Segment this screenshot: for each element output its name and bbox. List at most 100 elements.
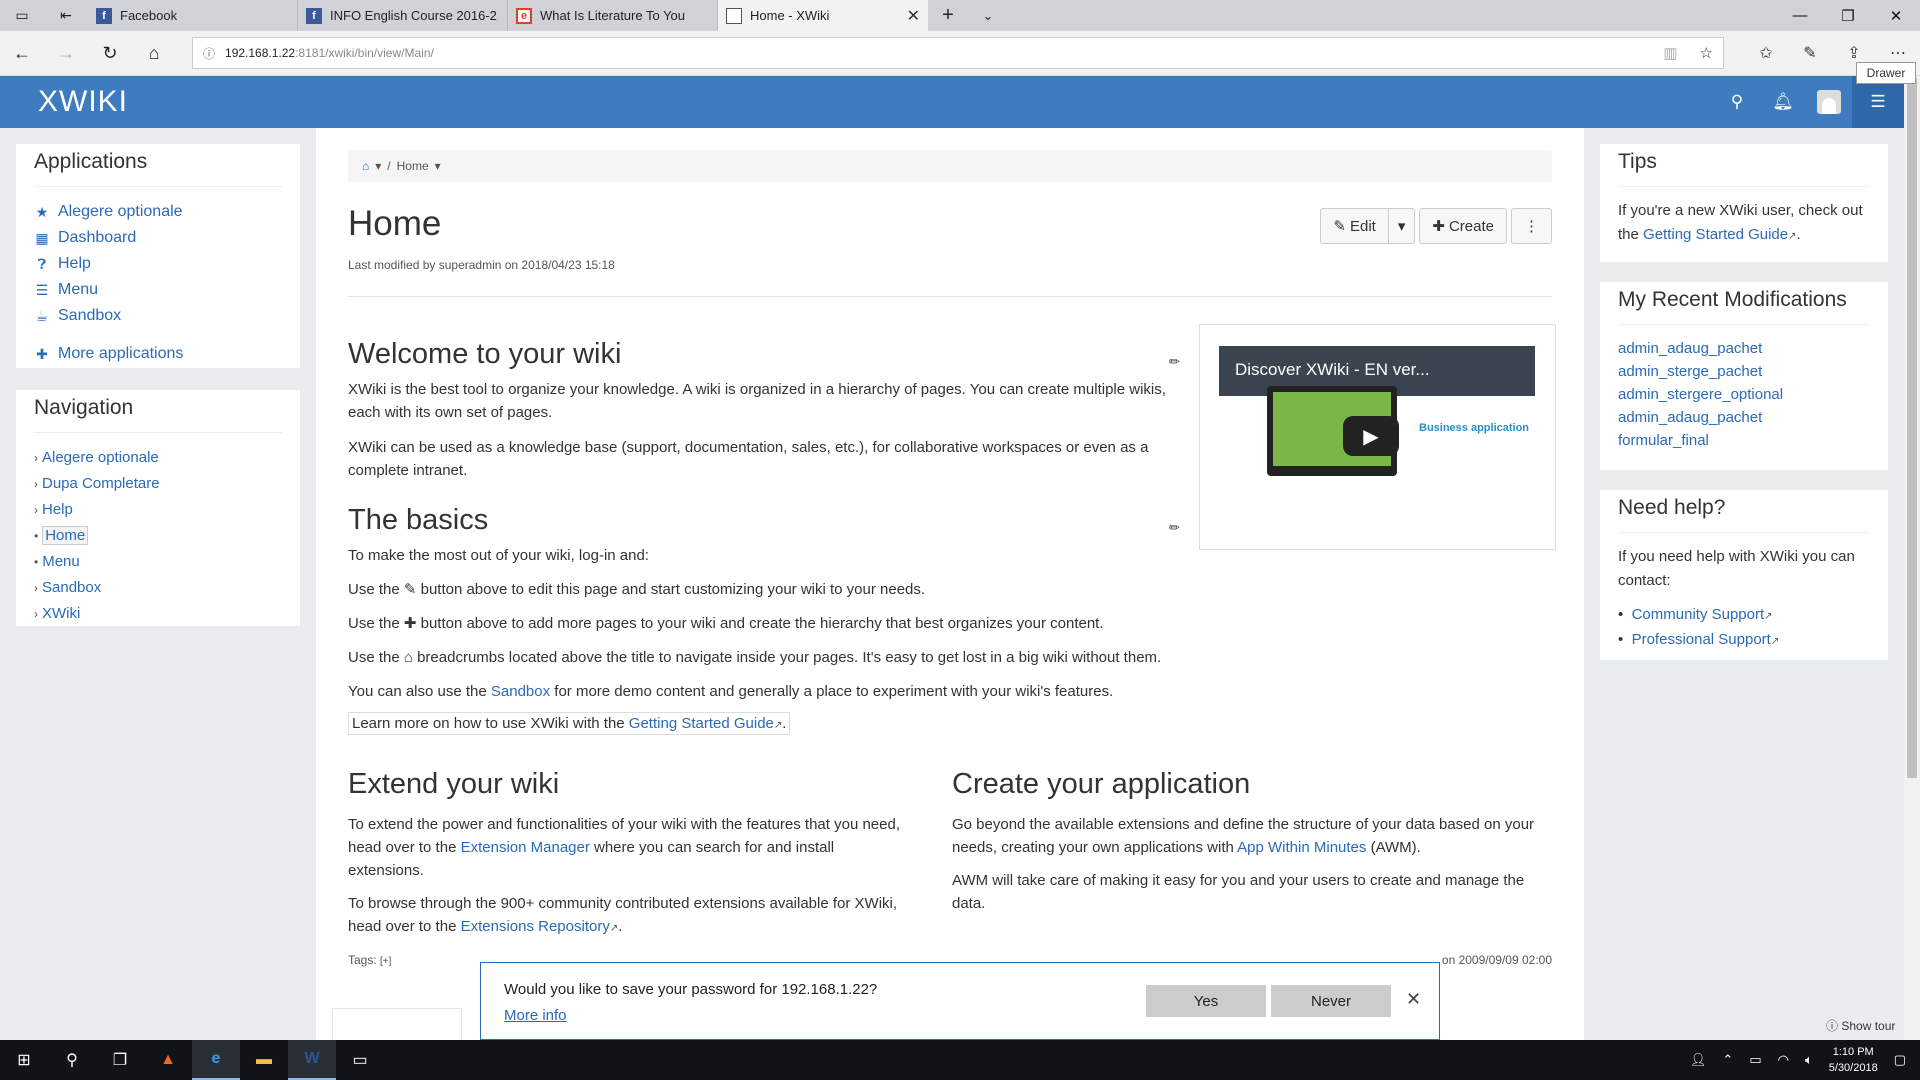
web-note-icon[interactable]: ✎ [1788,43,1832,63]
nav-item[interactable]: • Menu [34,549,282,575]
yes-button[interactable]: Yes [1146,985,1266,1017]
nav-item[interactable]: › Help [34,497,282,523]
browser-tab-active[interactable]: Home - XWiki ✕ [718,0,928,31]
more-applications-label: More applications [58,345,184,362]
panel-title: Applications [34,144,282,187]
tips-text: If you're a new XWiki user, check out th… [1618,199,1870,249]
edit-button[interactable]: ✎ Edit [1320,208,1389,244]
scrollbar-thumb[interactable] [1907,78,1917,778]
clock[interactable]: 1:10 PM 5/30/2018 [1829,1044,1878,1076]
breadcrumb-home[interactable]: Home [397,159,429,173]
recent-item[interactable]: admin_stergere_optional [1618,383,1870,406]
user-avatar[interactable] [1806,76,1852,128]
windows-start-icon[interactable]: ⊞ [0,1040,48,1080]
sandbox-link[interactable]: Sandbox [491,683,550,700]
getting-started-link[interactable]: Getting Started Guide [629,715,774,732]
battery-icon[interactable]: ▭ [1749,1052,1761,1068]
reading-view-icon[interactable]: ▥ [1663,44,1677,62]
app-item-dashboard[interactable]: ▦ Dashboard [34,225,282,251]
chevron-down-icon[interactable]: ▾ [375,159,381,173]
tab-manager-icon[interactable]: ▭ [0,0,44,31]
forward-icon[interactable]: → [44,31,88,76]
close-window-icon[interactable]: ✕ [1872,0,1920,31]
play-icon[interactable]: ▶ [1343,416,1399,456]
recent-item[interactable]: admin_adaug_pachet [1618,406,1870,429]
address-input[interactable]: ⓘ 192.168.1.22:8181/xwiki/bin/view/Main/… [192,37,1724,69]
minimize-icon[interactable]: — [1776,0,1824,31]
edge-icon[interactable]: e [192,1040,240,1080]
xwiki-logo[interactable]: XWIKI [38,85,128,119]
people-icon[interactable]: 👤︎ [1690,1052,1707,1068]
edit-section-pencil-icon[interactable]: ✏︎ [1169,354,1180,370]
nav-item[interactable]: › XWiki [34,601,282,627]
app-item-help[interactable]: ❓︎ Help [34,251,282,277]
volume-icon[interactable]: 🔈︎ [1805,1052,1813,1068]
page-scrollbar[interactable] [1904,76,1920,1040]
text: . [1796,226,1801,243]
show-tour-button[interactable]: ⓘ Show tour [1826,1017,1896,1034]
welcome-paragraph-1: XWiki is the best tool to organize your … [348,381,1166,421]
extension-manager-link[interactable]: Extension Manager [461,839,590,856]
recent-item[interactable]: formular_final [1618,429,1870,452]
app-item-menu[interactable]: ☰ Menu [34,277,282,303]
tags-row: Tags: [+] [348,953,391,967]
tray-chevron-icon[interactable]: ⌃ [1722,1052,1733,1068]
wifi-icon[interactable]: ◠ [1778,1052,1789,1068]
video-embed[interactable]: Discover XWiki - EN ver... Business appl… [1199,324,1556,550]
tab-list-chevron-icon[interactable]: ⌄ [968,0,1008,31]
nav-item-current[interactable]: • Home [34,523,282,549]
more-info-link[interactable]: More info [504,1007,567,1024]
search-icon[interactable]: ⚲ [48,1040,96,1080]
applications-panel: Applications ★ Alegere optionale ▦ Dashboa… [16,144,300,368]
add-tag-link[interactable]: [+] [380,956,391,967]
create-button[interactable]: ✚ Create [1419,208,1507,244]
getting-started-link[interactable]: Getting Started Guide [1643,226,1788,243]
refresh-icon[interactable]: ↻ [88,31,132,76]
extend-paragraph-1: To extend the power and functionalities … [348,813,908,882]
share-icon[interactable]: ⇪ [1832,43,1876,63]
matlab-icon[interactable]: ▲ [144,1040,192,1080]
browser-tab[interactable]: e What Is Literature To You [508,0,718,31]
extensions-repository-link[interactable]: Extensions Repository [461,918,610,935]
app-within-minutes-link[interactable]: App Within Minutes [1237,839,1366,856]
favorite-star-icon[interactable]: ☆ [1700,44,1713,62]
file-explorer-icon[interactable]: ▬ [240,1040,288,1080]
search-icon[interactable]: ⚲ [1714,76,1760,128]
close-tab-icon[interactable]: ✕ [907,6,920,26]
action-center-icon[interactable]: ▢ [1894,1052,1906,1068]
more-actions-button[interactable]: ⋮ [1511,208,1552,244]
browser-tab[interactable]: f INFO English Course 2016-2 [298,0,508,31]
video-thumbnail[interactable]: Discover XWiki - EN ver... Business appl… [1219,346,1535,527]
nav-item[interactable]: › Dupa Completare [34,471,282,497]
never-button[interactable]: Never [1271,985,1391,1017]
terminal-icon[interactable]: ▭ [336,1040,384,1080]
word-icon[interactable]: W [288,1040,336,1080]
close-icon[interactable]: ✕ [1406,989,1421,1010]
set-aside-tabs-icon[interactable]: ⇤ [44,0,88,31]
browser-tab[interactable]: f Facebook [88,0,298,31]
info-icon: ⓘ [203,46,216,61]
professional-support-link[interactable]: Professional Support [1632,631,1771,648]
community-support-link[interactable]: Community Support [1632,606,1765,623]
app-item-alegere[interactable]: ★ Alegere optionale [34,199,282,225]
caret-down-icon: ▾ [1397,218,1406,235]
nav-item[interactable]: › Alegere optionale [34,445,282,471]
notifications-bell-icon[interactable]: 🔔︎ [1760,76,1806,128]
restore-icon[interactable]: ❐ [1824,0,1872,31]
app-item-sandbox[interactable]: ☕︎ Sandbox [34,303,282,329]
more-applications-link[interactable]: ✚ More applications [34,341,282,367]
home-icon[interactable]: ⌂ [362,159,369,173]
edit-dropdown-button[interactable]: ▾ [1388,208,1416,244]
edit-section-pencil-icon[interactable]: ✏︎ [1169,520,1180,536]
browser-tabbar: ▭ ⇤ f Facebook f INFO English Course 201… [0,0,1920,31]
nav-item[interactable]: › Sandbox [34,575,282,601]
chevron-down-icon[interactable]: ▾ [435,159,441,173]
task-view-icon[interactable]: ❐ [96,1040,144,1080]
recent-item[interactable]: admin_adaug_pachet [1618,337,1870,360]
home-icon[interactable]: ⌂ [132,31,176,76]
more-icon[interactable]: ⋯ [1876,43,1920,63]
back-icon[interactable]: ← [0,31,44,76]
favorites-hub-icon[interactable]: ✩ [1744,43,1788,63]
new-tab-icon[interactable]: + [928,0,968,31]
recent-item[interactable]: admin_sterge_pachet [1618,360,1870,383]
